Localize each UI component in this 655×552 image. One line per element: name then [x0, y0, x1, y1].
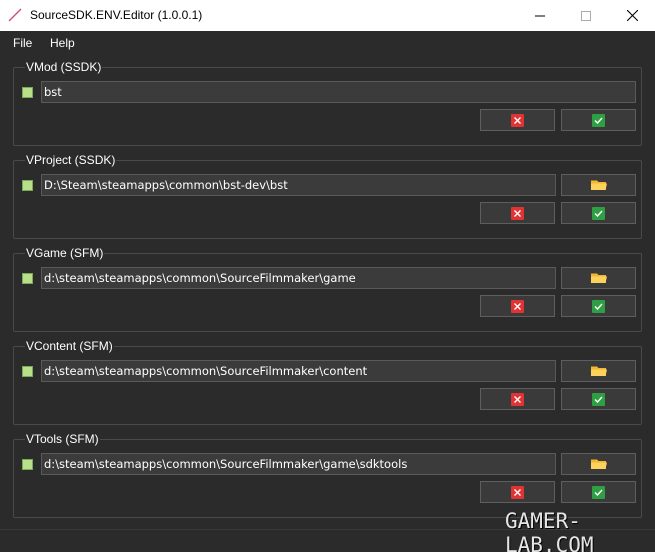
window-title: SourceSDK.ENV.Editor (1.0.0.1)	[30, 8, 203, 22]
folder-icon	[590, 273, 607, 283]
group-title: VGame (SFM)	[25, 246, 105, 260]
vtools-input[interactable]: d:\steam\steamapps\common\SourceFilmmake…	[41, 453, 556, 475]
browse-button[interactable]	[561, 174, 636, 196]
accept-button[interactable]	[561, 109, 636, 131]
group-vcontent: VContent (SFM) d:\steam\steamapps\common…	[13, 339, 642, 425]
browse-button[interactable]	[561, 267, 636, 289]
cancel-button[interactable]	[480, 388, 555, 410]
group-title: VMod (SSDK)	[25, 60, 103, 74]
accept-button[interactable]	[561, 388, 636, 410]
browse-button[interactable]	[561, 453, 636, 475]
checkmark-icon	[592, 206, 605, 220]
minimize-icon	[535, 15, 545, 16]
enable-checkbox[interactable]	[22, 87, 33, 98]
folder-icon	[590, 180, 607, 190]
group-vgame: VGame (SFM) d:\steam\steamapps\common\So…	[13, 246, 642, 332]
maximize-icon	[581, 10, 591, 21]
app-icon	[8, 8, 22, 22]
enable-checkbox[interactable]	[22, 273, 33, 284]
accept-button[interactable]	[561, 295, 636, 317]
close-icon	[626, 10, 638, 21]
group-title: VTools (SFM)	[25, 432, 100, 446]
watermark: GAMER-LAB.COM	[505, 509, 594, 552]
cancel-button[interactable]	[480, 295, 555, 317]
group-vproject: VProject (SSDK) D:\Steam\steamapps\commo…	[13, 153, 642, 239]
group-title: VProject (SSDK)	[25, 153, 117, 167]
vgame-input[interactable]: d:\steam\steamapps\common\SourceFilmmake…	[41, 267, 556, 289]
cancel-button[interactable]	[480, 202, 555, 224]
menu-bar: File Help	[0, 31, 655, 54]
group-vmod: VMod (SSDK) bst	[13, 60, 642, 146]
accept-button[interactable]	[561, 202, 636, 224]
checkmark-icon	[592, 485, 605, 499]
menu-file[interactable]: File	[13, 36, 32, 50]
cancel-button[interactable]	[480, 109, 555, 131]
title-bar: SourceSDK.ENV.Editor (1.0.0.1)	[0, 0, 655, 31]
x-icon	[511, 206, 524, 220]
group-title: VContent (SFM)	[25, 339, 114, 353]
accept-button[interactable]	[561, 481, 636, 503]
enable-checkbox[interactable]	[22, 366, 33, 377]
enable-checkbox[interactable]	[22, 180, 33, 191]
minimize-button[interactable]	[517, 0, 563, 31]
x-icon	[511, 485, 524, 499]
vmod-input[interactable]: bst	[41, 81, 636, 103]
x-icon	[511, 392, 524, 406]
cancel-button[interactable]	[480, 481, 555, 503]
checkmark-icon	[592, 392, 605, 406]
checkmark-icon	[592, 299, 605, 313]
enable-checkbox[interactable]	[22, 459, 33, 470]
browse-button[interactable]	[561, 360, 636, 382]
menu-help[interactable]: Help	[50, 36, 75, 50]
group-vtools: VTools (SFM) d:\steam\steamapps\common\S…	[13, 432, 642, 518]
x-icon	[511, 113, 524, 127]
x-icon	[511, 299, 524, 313]
close-window-button[interactable]	[609, 0, 655, 31]
vproject-input[interactable]: D:\Steam\steamapps\common\bst-dev\bst	[41, 174, 556, 196]
checkmark-icon	[592, 113, 605, 127]
vcontent-input[interactable]: d:\steam\steamapps\common\SourceFilmmake…	[41, 360, 556, 382]
maximize-button[interactable]	[563, 0, 609, 31]
folder-icon	[590, 366, 607, 376]
folder-icon	[590, 459, 607, 469]
